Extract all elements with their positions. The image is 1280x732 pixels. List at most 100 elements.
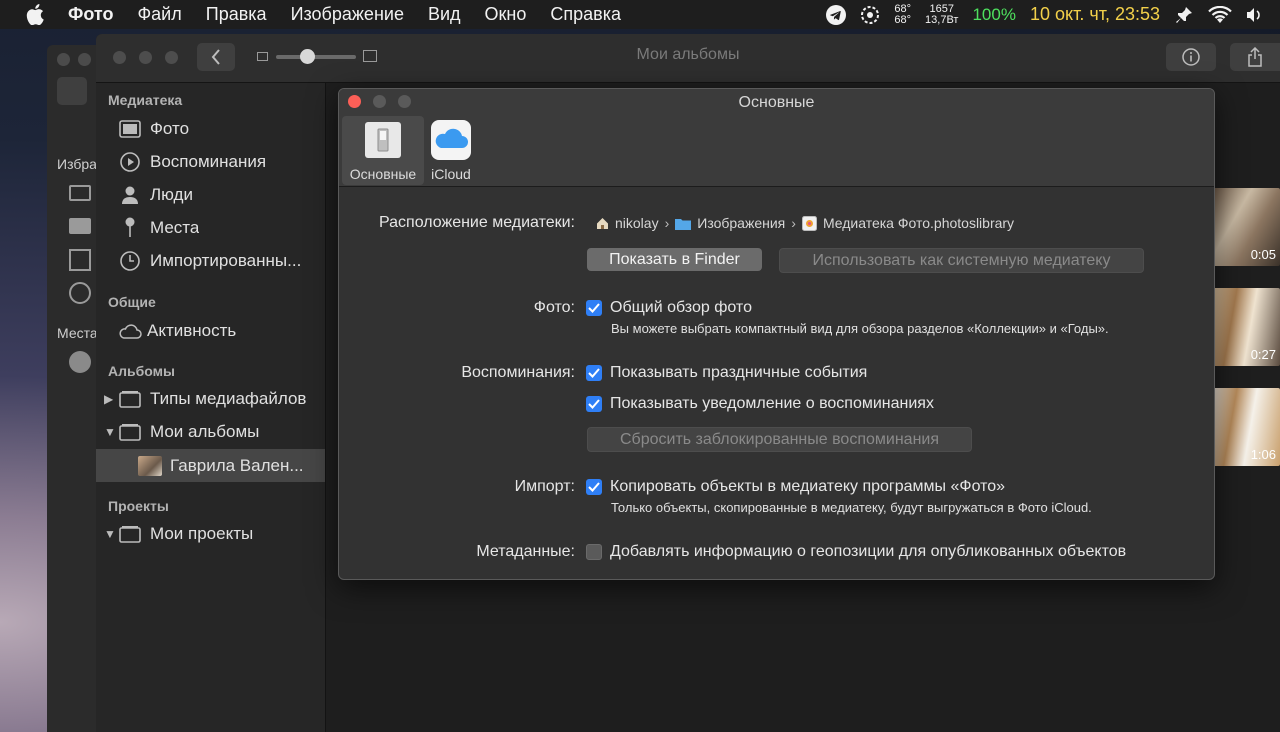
album-thumbnail-icon bbox=[138, 455, 162, 476]
telegram-icon[interactable] bbox=[826, 4, 847, 25]
sidebar-item-media-types[interactable]: ▶ Типы медиафайлов bbox=[96, 382, 325, 415]
sidebar-item-label: Активность bbox=[147, 320, 237, 340]
menu-bar: Фото Файл Правка Изображение Вид Окно Сп… bbox=[0, 0, 1280, 29]
temp-1: 68° bbox=[894, 2, 912, 15]
project-folder-icon bbox=[118, 524, 142, 544]
menu-image[interactable]: Изображение bbox=[291, 4, 404, 25]
video-thumbnail[interactable]: 0:27 bbox=[1213, 288, 1280, 366]
battery-percent[interactable]: 100% bbox=[972, 5, 1015, 25]
cpu-fan-icon[interactable] bbox=[860, 5, 880, 25]
import-section-label: Импорт: bbox=[514, 478, 575, 495]
menu-file[interactable]: Файл bbox=[137, 4, 181, 25]
photos-section-label: Фото: bbox=[533, 299, 575, 316]
disclosure-down-icon[interactable]: ▼ bbox=[104, 425, 116, 439]
metadata-section-label: Метаданные: bbox=[476, 543, 575, 560]
sidebar-item-label: Импортированны... bbox=[150, 250, 302, 270]
show-in-finder-button[interactable]: Показать в Finder bbox=[587, 248, 762, 271]
memories-notifications-row: Показывать уведомление о воспоминаниях bbox=[586, 395, 934, 413]
memories-notifications-checkbox[interactable] bbox=[586, 396, 602, 412]
sidebar-item-people[interactable]: Люди bbox=[96, 178, 325, 211]
sidebar: Медиатека Фото Воспоминания Люди Места И… bbox=[96, 83, 326, 732]
sidebar-item-label: Типы медиафайлов bbox=[150, 388, 307, 408]
video-duration: 0:27 bbox=[1250, 347, 1276, 362]
person-icon bbox=[118, 185, 142, 205]
folder-icon bbox=[675, 217, 692, 230]
photos-icon bbox=[118, 119, 142, 139]
icloud-icon bbox=[431, 120, 471, 160]
share-button[interactable] bbox=[1230, 43, 1280, 71]
temp-2: 68° bbox=[894, 13, 912, 26]
power-1: 1657 bbox=[929, 2, 954, 15]
album-folder-icon bbox=[118, 389, 142, 409]
summarize-photos-checkbox[interactable] bbox=[586, 300, 602, 316]
video-duration: 1:06 bbox=[1250, 447, 1276, 462]
back-window-label-favorites: Избра bbox=[57, 156, 97, 172]
path-library: Медиатека Фото.photoslibrary bbox=[822, 215, 1015, 231]
disclosure-down-icon[interactable]: ▼ bbox=[104, 527, 116, 541]
volume-icon[interactable] bbox=[1246, 7, 1262, 23]
copy-items-label: Копировать объекты в медиатеку программы… bbox=[610, 478, 1006, 495]
sidebar-item-places[interactable]: Места bbox=[96, 211, 325, 244]
menu-photos[interactable]: Фото bbox=[68, 4, 113, 25]
video-thumbnail[interactable]: 1:06 bbox=[1213, 388, 1280, 466]
sidebar-item-imported[interactable]: Импортированны... bbox=[96, 244, 325, 277]
apple-menu-icon[interactable] bbox=[26, 4, 48, 26]
holiday-events-row: Показывать праздничные события bbox=[586, 364, 867, 382]
copy-items-checkbox[interactable] bbox=[586, 479, 602, 495]
photos-hint: Вы можете выбрать компактный вид для обз… bbox=[611, 321, 1109, 336]
cloud-icon bbox=[118, 321, 142, 341]
photos-library-icon bbox=[801, 215, 817, 231]
share-icon bbox=[1248, 47, 1262, 67]
tab-icloud-label: iCloud bbox=[431, 166, 471, 182]
use-as-system-library-button[interactable]: Использовать как системную медиатеку bbox=[779, 248, 1144, 273]
disclosure-right-icon[interactable]: ▶ bbox=[104, 392, 113, 406]
sidebar-header-albums: Альбомы bbox=[108, 363, 175, 379]
info-button[interactable] bbox=[1166, 43, 1216, 71]
album-folder-icon bbox=[118, 422, 142, 442]
sidebar-item-label: Воспоминания bbox=[150, 151, 267, 171]
menu-edit[interactable]: Правка bbox=[206, 4, 267, 25]
power-readout: 1657 13,7Вт bbox=[925, 2, 958, 26]
pin-location-icon bbox=[118, 217, 142, 238]
sidebar-item-activity[interactable]: Активность bbox=[96, 314, 325, 347]
path-pictures: Изображения bbox=[697, 215, 786, 231]
sidebar-header-projects: Проекты bbox=[108, 498, 169, 514]
menu-view[interactable]: Вид bbox=[428, 4, 461, 25]
sidebar-header-library: Медиатека bbox=[108, 92, 183, 108]
video-thumbnail[interactable]: 0:05 bbox=[1213, 188, 1280, 266]
menu-window[interactable]: Окно bbox=[485, 4, 527, 25]
sidebar-item-label: Гаврила Вален... bbox=[170, 455, 304, 475]
preferences-dialog: Основные Основные iCloud Расположение ме… bbox=[338, 88, 1215, 580]
sidebar-header-shared: Общие bbox=[108, 294, 156, 310]
sidebar-item-label: Фото bbox=[150, 118, 190, 138]
pin-icon[interactable] bbox=[1174, 5, 1194, 25]
preferences-toolbar: Основные Основные iCloud bbox=[339, 89, 1214, 187]
sidebar-item-album-gavrila[interactable]: Гаврила Вален... bbox=[96, 449, 325, 482]
clock-icon bbox=[118, 250, 142, 271]
library-location-label: Расположение медиатеки: bbox=[379, 214, 575, 231]
holiday-events-checkbox[interactable] bbox=[586, 365, 602, 381]
video-duration: 0:05 bbox=[1250, 247, 1276, 262]
wifi-icon[interactable] bbox=[1208, 5, 1232, 24]
sidebar-item-my-projects[interactable]: ▼ Мои проекты bbox=[96, 517, 325, 550]
reset-blocked-memories-button[interactable]: Сбросить заблокированные воспоминания bbox=[587, 427, 972, 452]
network-icon bbox=[69, 351, 91, 373]
sidebar-item-photos[interactable]: Фото bbox=[96, 112, 325, 145]
menu-clock[interactable]: 10 окт. чт, 23:53 bbox=[1030, 4, 1160, 25]
memories-section-label: Воспоминания: bbox=[461, 364, 575, 381]
location-info-checkbox[interactable] bbox=[586, 544, 602, 560]
tab-icloud[interactable]: iCloud bbox=[409, 116, 493, 185]
screen-icon bbox=[69, 185, 91, 201]
menu-help[interactable]: Справка bbox=[550, 4, 621, 25]
airdrop-icon bbox=[69, 282, 91, 304]
back-window-back-button[interactable] bbox=[57, 77, 87, 105]
summarize-photos-label: Общий обзор фото bbox=[610, 299, 752, 316]
sidebar-item-my-albums[interactable]: ▼ Мои альбомы bbox=[96, 415, 325, 448]
window-title: Мои альбомы bbox=[636, 46, 740, 63]
memories-icon bbox=[118, 151, 142, 172]
sidebar-item-label: Люди bbox=[150, 184, 193, 204]
sidebar-item-memories[interactable]: Воспоминания bbox=[96, 145, 325, 178]
folder-icon bbox=[69, 218, 91, 234]
sidebar-item-label: Мои альбомы bbox=[150, 421, 260, 441]
path-separator: › bbox=[664, 215, 670, 231]
